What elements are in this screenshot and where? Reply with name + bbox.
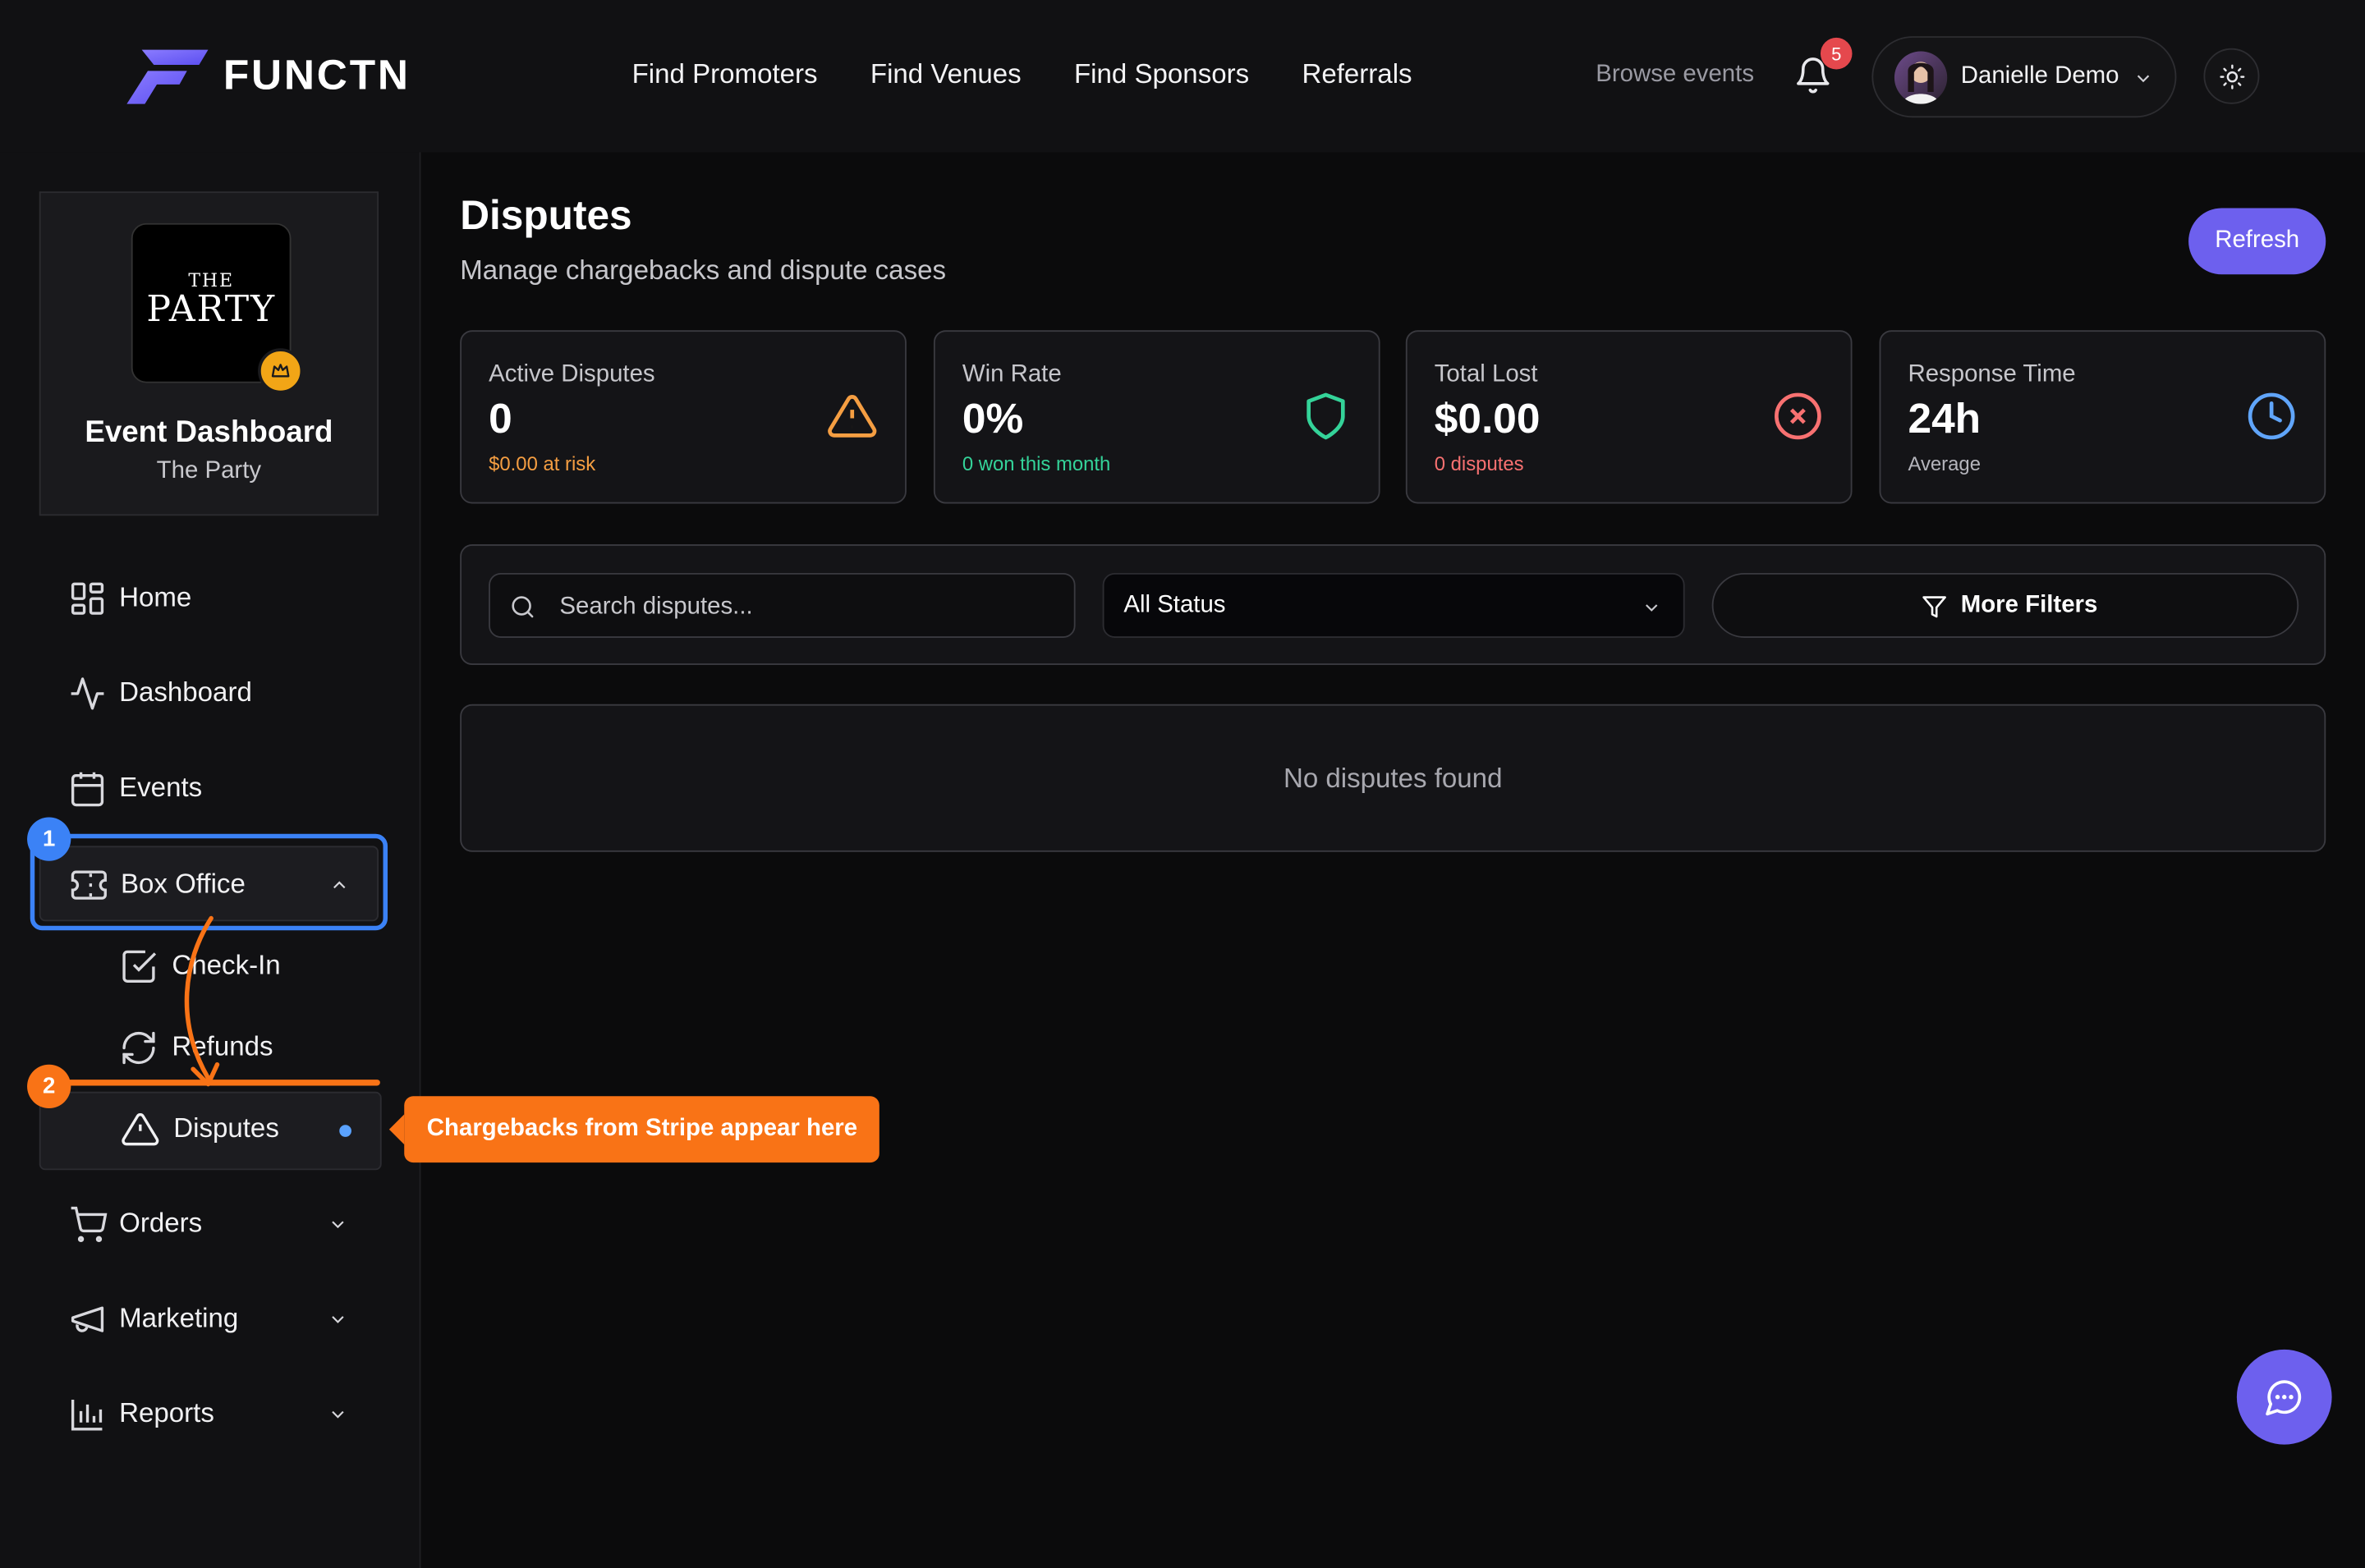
stat-title: Win Rate (962, 361, 1062, 388)
event-title: Event Dashboard (85, 415, 333, 450)
filter-bar: All Status More Filters (460, 544, 2326, 666)
calendar-icon (71, 772, 104, 807)
sidebar-item-label: Marketing (119, 1302, 239, 1333)
top-nav: Find Promoters Find Venues Find Sponsors… (632, 59, 1412, 91)
empty-state-message: No disputes found (1283, 763, 1503, 794)
x-circle-icon (1775, 392, 1821, 440)
sidebar-item-home[interactable]: Home (39, 561, 379, 636)
check-square-icon (122, 950, 157, 983)
brand-name: FUNCTN (223, 51, 411, 99)
clock-icon (2248, 392, 2295, 440)
step1-badge: 1 (27, 817, 71, 861)
megaphone-icon (71, 1306, 104, 1332)
stat-value: $0.00 (1434, 395, 1541, 442)
chat-icon (2266, 1380, 2302, 1416)
stat-value: 24h (1908, 395, 1982, 442)
stat-subtext: $0.00 at risk (489, 452, 596, 475)
sidebar-subitem-disputes[interactable]: Disputes (39, 1091, 382, 1171)
stat-card-total-lost: Total Lost $0.00 0 disputes (1405, 330, 1853, 504)
page-subtitle: Manage chargebacks and dispute cases (460, 254, 947, 286)
refresh-icon (122, 1031, 155, 1065)
stat-title: Total Lost (1434, 361, 1538, 388)
stat-value: 0% (962, 395, 1024, 442)
stat-title: Response Time (1908, 361, 2076, 388)
sidebar-item-orders[interactable]: Orders (39, 1187, 379, 1263)
grid-icon (71, 582, 104, 615)
sidebar-item-label: Events (119, 772, 203, 803)
sun-icon (2220, 64, 2245, 89)
brand-logo[interactable]: FUNCTN (126, 47, 410, 104)
avatar (1894, 51, 1948, 104)
active-indicator-dot (339, 1125, 351, 1137)
user-name: Danielle Demo (1960, 63, 2119, 89)
top-bar: FUNCTN Find Promoters Find Venues Find S… (0, 0, 2365, 153)
chevron-down-icon (2137, 75, 2150, 83)
annotation-callout: Chargebacks from Stripe appear here (388, 1096, 880, 1163)
sidebar-item-label: Dashboard (119, 676, 252, 708)
sidebar-item-dashboard[interactable]: Dashboard (39, 656, 379, 731)
search-icon (512, 596, 534, 618)
nav-find-promoters[interactable]: Find Promoters (632, 59, 818, 91)
chat-button[interactable] (2236, 1349, 2332, 1445)
event-card[interactable]: THE PARTY Event Dashboard The Party (39, 191, 379, 516)
stat-card-win-rate: Win Rate 0% 0 won this month (933, 330, 1380, 504)
chevron-down-icon (1646, 604, 1658, 612)
app-root: FUNCTN Find Promoters Find Venues Find S… (0, 0, 2365, 1568)
bar-chart-icon (71, 1399, 103, 1431)
status-select-value: All Status (1123, 592, 1226, 619)
step2-badge: 2 (27, 1064, 71, 1109)
search-box (489, 572, 1076, 640)
stat-title: Active Disputes (489, 361, 655, 388)
sidebar-item-marketing[interactable]: Marketing (39, 1281, 379, 1357)
search-input[interactable] (556, 574, 1061, 640)
notification-badge: 5 (1820, 37, 1853, 70)
shield-icon (1306, 392, 1345, 440)
chevron-down-icon (332, 1316, 344, 1323)
sidebar-item-label: Home (119, 581, 192, 612)
activity-icon (71, 677, 104, 710)
sidebar-item-reports[interactable]: Reports (39, 1377, 379, 1452)
disputes-empty-state: No disputes found (460, 704, 2326, 852)
sidebar-item-label: Orders (119, 1208, 203, 1238)
browse-events-link[interactable]: Browse events (1596, 62, 1754, 89)
nav-referrals[interactable]: Referrals (1302, 59, 1412, 91)
sidebar-item-label: Reports (119, 1397, 214, 1428)
more-filters-button[interactable]: More Filters (1711, 572, 2299, 638)
stat-card-active-disputes: Active Disputes 0 $0.00 at risk (460, 330, 907, 504)
functn-logo-icon (126, 49, 209, 104)
page-title: Disputes (460, 193, 632, 239)
user-menu-button[interactable]: Danielle Demo (1871, 36, 2177, 118)
alert-triangle-icon (828, 395, 877, 438)
nav-find-sponsors[interactable]: Find Sponsors (1074, 59, 1249, 91)
chevron-down-icon (332, 1221, 344, 1229)
filter-icon (1922, 596, 1946, 618)
crown-icon (258, 348, 304, 394)
alert-triangle-icon (122, 1113, 159, 1146)
cart-icon (71, 1206, 108, 1243)
event-logo-line2: PARTY (146, 287, 276, 331)
nav-find-venues[interactable]: Find Venues (870, 59, 1022, 91)
status-select[interactable]: All Status (1102, 572, 1685, 638)
stat-value: 0 (489, 395, 512, 442)
sidebar-subitem-label: Disputes (173, 1112, 279, 1144)
more-filters-label: More Filters (1960, 592, 2098, 619)
stat-subtext: Average (1908, 452, 1981, 475)
theme-toggle-button[interactable] (2203, 48, 2260, 104)
stat-subtext: 0 disputes (1434, 452, 1524, 475)
event-subtitle: The Party (156, 458, 262, 484)
annotation-arrow (184, 915, 220, 1087)
stat-subtext: 0 won this month (962, 452, 1111, 475)
refresh-button[interactable]: Refresh (2188, 208, 2326, 275)
sidebar-item-events[interactable]: Events (39, 751, 379, 827)
stat-card-response-time: Response Time 24h Average (1879, 330, 2326, 504)
chevron-down-icon (332, 1410, 344, 1419)
